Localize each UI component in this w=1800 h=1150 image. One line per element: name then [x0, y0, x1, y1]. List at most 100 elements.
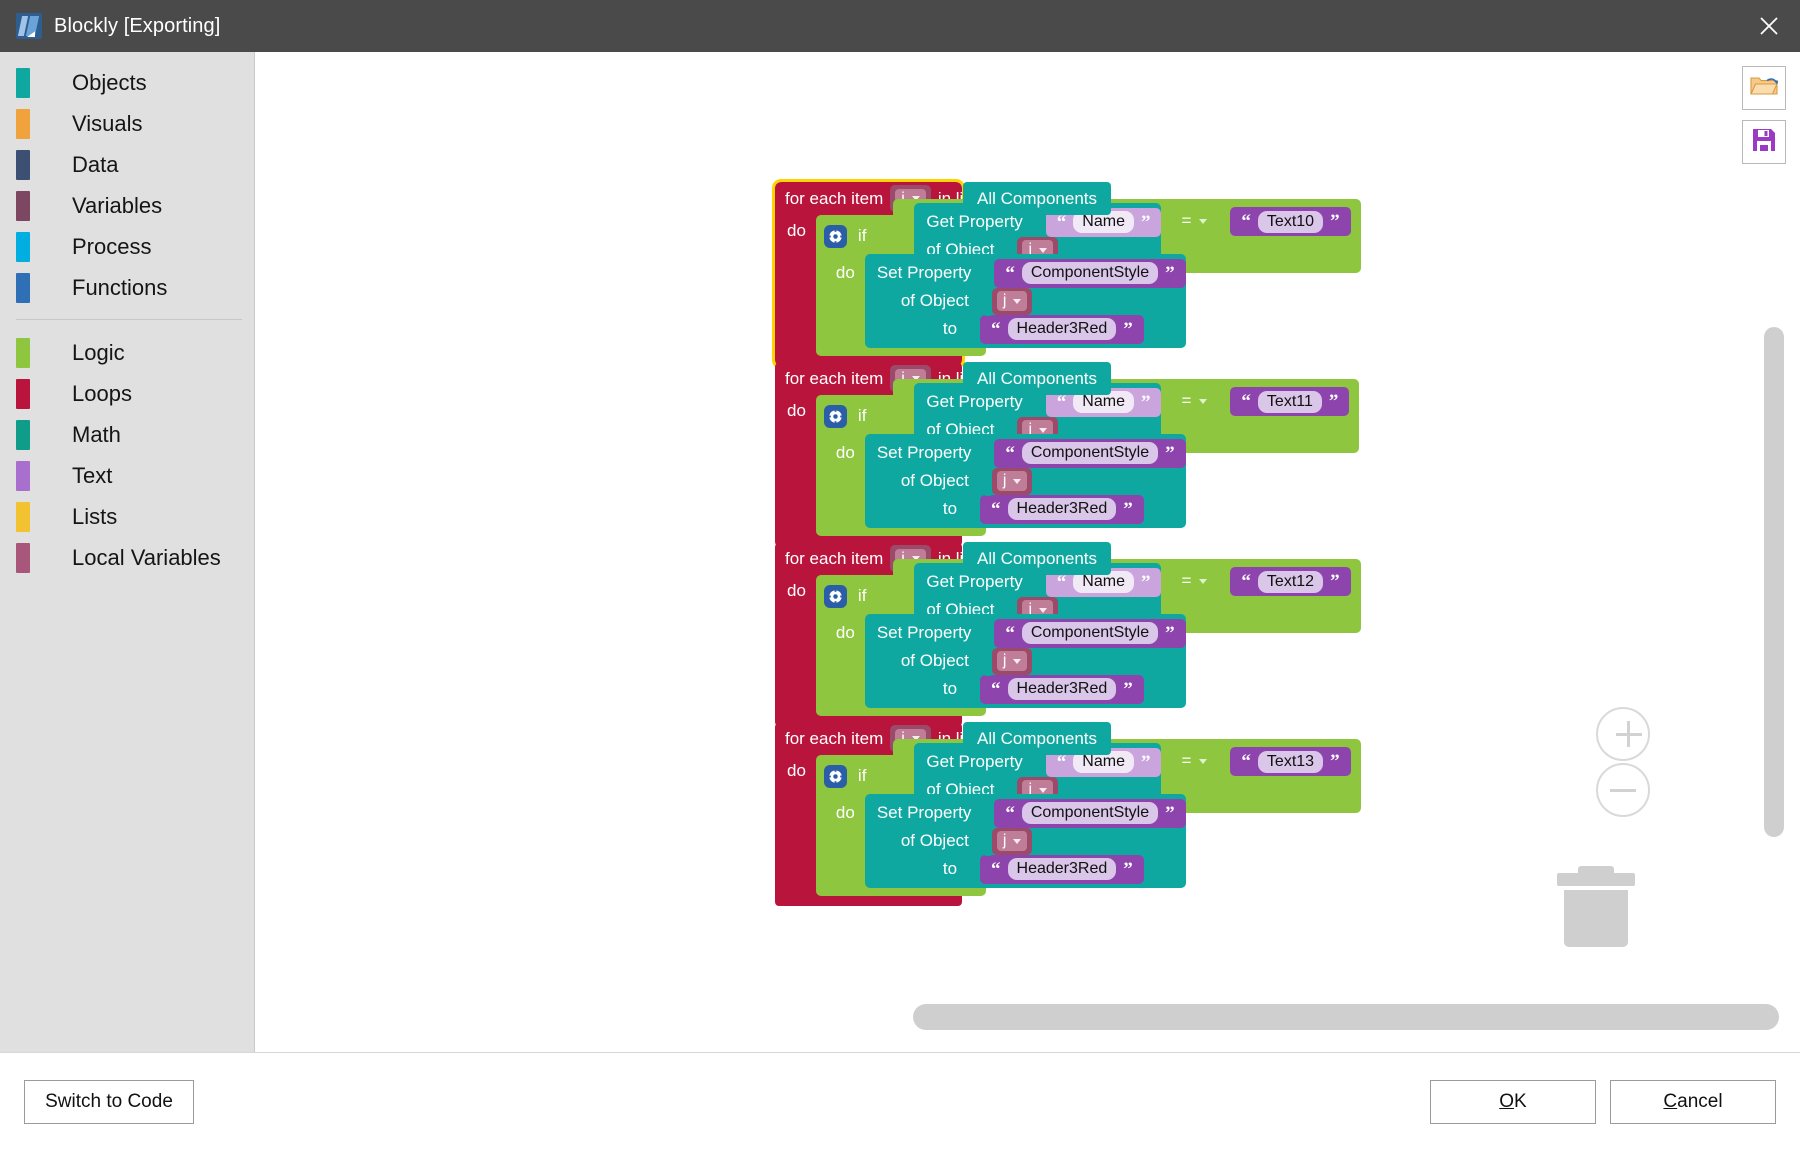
set-property-name-text-block[interactable]: “ ComponentStyle ” [994, 438, 1186, 468]
toolbox-item-label: Local Variables [72, 544, 221, 570]
for-each-loop-block[interactable]: for each item j in list do if Get Proper… [775, 722, 1361, 906]
gear-icon[interactable] [823, 224, 847, 248]
set-object-variable-dropdown[interactable]: j [991, 467, 1033, 495]
set-property-label: Set Property [876, 263, 972, 282]
set-value-text-block[interactable]: “ Header3Red ” [980, 494, 1144, 524]
horizontal-scrollbar[interactable] [913, 1004, 1779, 1030]
cancel-button[interactable]: Cancel [1610, 1079, 1776, 1124]
set-property-label: Set Property [876, 443, 972, 462]
if-label: if [857, 406, 867, 425]
block-group[interactable]: for each item j in list do if Get Proper… [775, 362, 1360, 546]
toolbox-item-loops[interactable]: Loops [0, 373, 254, 414]
category-color-swatch [16, 337, 30, 368]
set-value-text-block[interactable]: “ Header3Red ” [980, 314, 1144, 344]
gear-icon[interactable] [823, 584, 847, 608]
if-block[interactable]: if Get Property “ Name ” of Object j = “… [815, 559, 1361, 716]
set-property-block[interactable]: Set Property “ ComponentStyle ” of Objec… [864, 434, 1186, 528]
set-property-block[interactable]: Set Property “ ComponentStyle ” of Objec… [864, 614, 1186, 708]
zoom-out-icon[interactable] [1596, 763, 1650, 817]
block-group[interactable]: for each item j in list do if Get Proper… [772, 179, 1361, 369]
category-color-swatch [16, 231, 30, 262]
dialog-footer: Switch to Code OK Cancel [0, 1053, 1800, 1150]
title-bar: Blockly [Exporting] [0, 0, 1800, 52]
set-object-variable-dropdown[interactable]: j [991, 827, 1033, 855]
category-color-swatch [16, 501, 30, 532]
all-components-block[interactable]: All Components [963, 722, 1112, 755]
gear-icon[interactable] [823, 764, 847, 788]
toolbox-item-variables[interactable]: Variables [0, 185, 254, 226]
switch-to-code-button[interactable]: Switch to Code [24, 1079, 194, 1124]
comparison-operator-value: = [1181, 751, 1192, 770]
save-file-button[interactable] [1742, 120, 1786, 164]
if-block[interactable]: if Get Property “ Name ” of Object j = “… [815, 739, 1361, 896]
toolbox-item-label: Loops [72, 380, 132, 406]
ok-button[interactable]: OK [1430, 1079, 1596, 1124]
open-file-button[interactable] [1742, 66, 1786, 110]
to-label: to [942, 319, 958, 338]
compare-value-text-block[interactable]: “ Text11 ” [1230, 387, 1350, 416]
zoom-in-icon[interactable] [1596, 707, 1650, 761]
toolbox-item-lists[interactable]: Lists [0, 496, 254, 537]
all-components-block[interactable]: All Components [963, 542, 1112, 575]
comparison-operator-dropdown[interactable]: = [1173, 387, 1216, 415]
set-value: Header3Red [1007, 498, 1117, 520]
toolbox-item-functions[interactable]: Functions [0, 267, 254, 308]
set-property-block[interactable]: Set Property “ ComponentStyle ” of Objec… [864, 254, 1186, 348]
set-property-name-value: ComponentStyle [1021, 442, 1159, 464]
toolbox-item-label: Math [72, 421, 121, 447]
compare-value-text-block[interactable]: “ Text12 ” [1230, 567, 1351, 596]
toolbox-item-data[interactable]: Data [0, 144, 254, 185]
compare-value-text-block[interactable]: “ Text10 ” [1230, 207, 1351, 236]
toolbox-item-process[interactable]: Process [0, 226, 254, 267]
set-property-name-value: ComponentStyle [1021, 802, 1159, 824]
get-property-label: Get Property [926, 392, 1023, 411]
all-components-label: All Components [977, 548, 1098, 568]
set-property-block[interactable]: Set Property “ ComponentStyle ” of Objec… [864, 794, 1186, 888]
zoom-controls [1596, 707, 1650, 817]
trash-icon[interactable] [1557, 866, 1635, 947]
toolbox-item-logic[interactable]: Logic [0, 332, 254, 373]
toolbox-item-objects[interactable]: Objects [0, 62, 254, 103]
toolbox-item-text[interactable]: Text [0, 455, 254, 496]
set-value: Header3Red [1007, 858, 1117, 880]
for-each-loop-block[interactable]: for each item j in list do if Get Proper… [775, 362, 1360, 546]
gear-icon[interactable] [823, 404, 847, 428]
if-block[interactable]: if Get Property “ Name ” of Object j = “… [815, 379, 1360, 536]
all-components-block[interactable]: All Components [963, 182, 1112, 215]
block-group[interactable]: for each item j in list do if Get Proper… [775, 722, 1361, 906]
set-object-variable-dropdown[interactable]: j [991, 287, 1033, 315]
toolbox-item-visuals[interactable]: Visuals [0, 103, 254, 144]
for-each-loop-block[interactable]: for each item j in list do if Get Proper… [775, 542, 1361, 726]
close-icon[interactable] [1738, 0, 1800, 52]
set-property-name-text-block[interactable]: “ ComponentStyle ” [994, 798, 1186, 828]
set-of-object-label: of Object [900, 651, 969, 670]
set-object-variable-dropdown[interactable]: j [991, 647, 1033, 675]
comparison-operator-dropdown[interactable]: = [1173, 747, 1216, 775]
compare-value-text-block[interactable]: “ Text13 ” [1230, 747, 1351, 776]
all-components-block[interactable]: All Components [963, 362, 1112, 395]
toolbox-item-math[interactable]: Math [0, 414, 254, 455]
set-value-text-block[interactable]: “ Header3Red ” [980, 854, 1144, 884]
category-color-swatch [16, 460, 30, 491]
if-block[interactable]: if Get Property “ Name ” of Object j = “… [815, 199, 1361, 356]
set-property-name-text-block[interactable]: “ ComponentStyle ” [994, 618, 1186, 648]
for-each-label: for each item [785, 368, 884, 388]
get-property-label: Get Property [926, 752, 1023, 771]
all-components-label: All Components [977, 728, 1098, 748]
toolbox-item-label: Visuals [72, 110, 143, 136]
set-object-variable-value: j [1002, 292, 1007, 309]
set-object-variable-value: j [1002, 472, 1007, 489]
category-color-swatch [16, 108, 30, 139]
comparison-operator-dropdown[interactable]: = [1173, 567, 1216, 595]
for-each-loop-block[interactable]: for each item j in list do if Get Proper… [772, 179, 1361, 369]
comparison-operator-dropdown[interactable]: = [1173, 207, 1216, 235]
if-label: if [857, 586, 867, 605]
vertical-scrollbar[interactable] [1764, 327, 1784, 837]
set-property-name-text-block[interactable]: “ ComponentStyle ” [994, 258, 1186, 288]
toolbox-item-label: Logic [72, 339, 125, 365]
set-value-text-block[interactable]: “ Header3Red ” [980, 674, 1144, 704]
blockly-workspace[interactable]: for each item j in list do if Get Proper… [255, 52, 1800, 1052]
block-group[interactable]: for each item j in list do if Get Proper… [775, 542, 1361, 726]
toolbox-item-local-variables[interactable]: Local Variables [0, 537, 254, 578]
if-label: if [857, 766, 867, 785]
